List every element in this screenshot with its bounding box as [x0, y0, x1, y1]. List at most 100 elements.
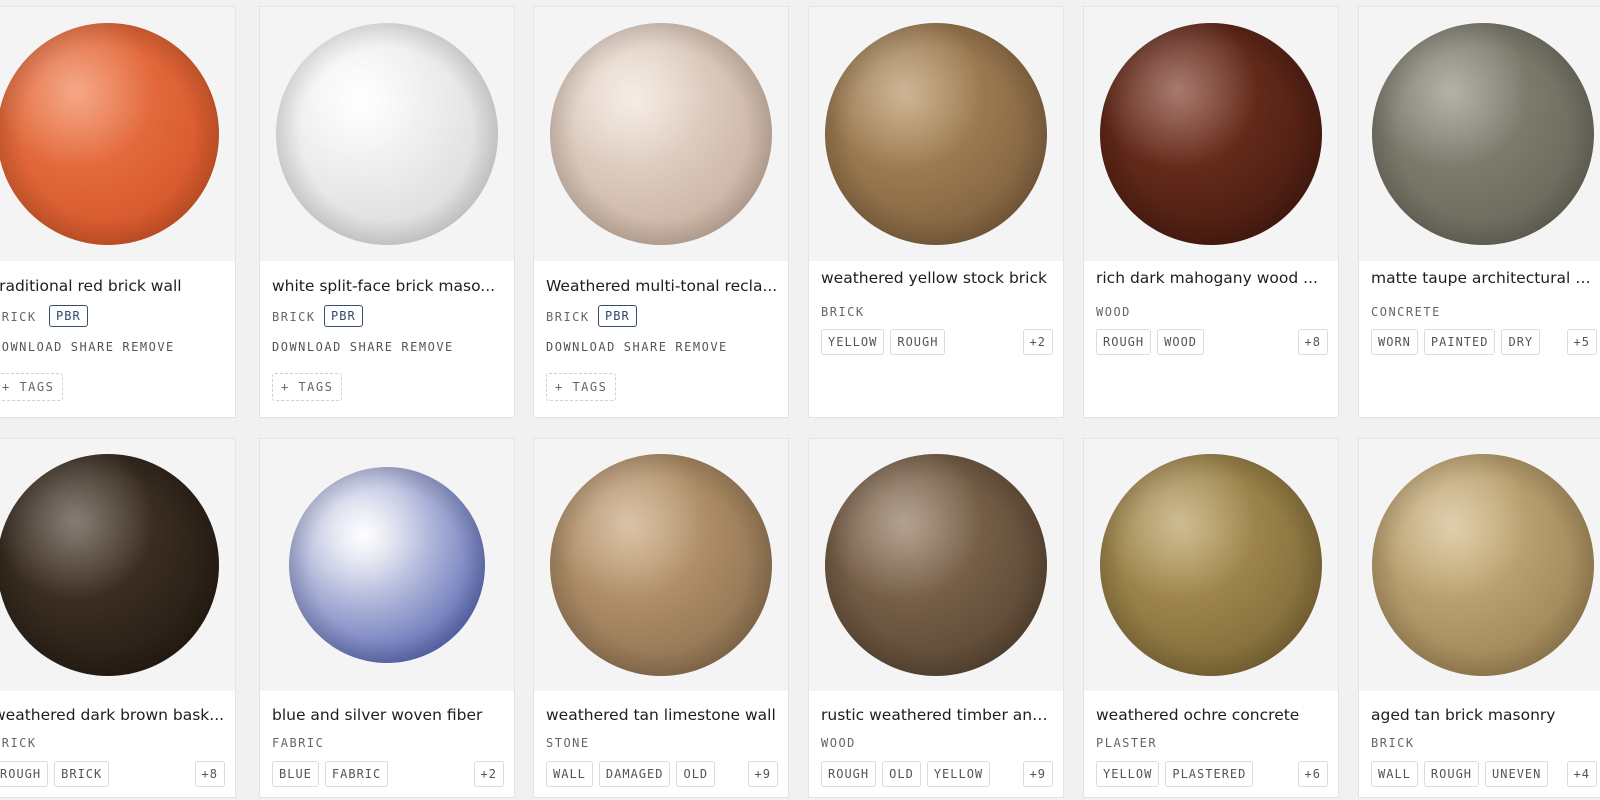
- tag-chip[interactable]: OLD: [676, 761, 716, 787]
- material-sphere-preview: [1100, 23, 1322, 245]
- add-tags-button[interactable]: + TAGS: [272, 373, 343, 401]
- more-tags-badge[interactable]: +9: [1022, 761, 1053, 787]
- add-tags-button[interactable]: + TAGS: [0, 373, 64, 401]
- share-button[interactable]: SHARE: [71, 340, 115, 354]
- share-button[interactable]: SHARE: [624, 340, 668, 354]
- more-tags-badge[interactable]: +9: [747, 761, 778, 787]
- material-card[interactable]: blue and silver woven fiber FABRIC BLUE …: [259, 438, 515, 798]
- tag-chip[interactable]: ROUGH: [1423, 761, 1480, 787]
- tag-list: ROUGH BRICK +8: [0, 761, 225, 787]
- tag-list: ROUGH OLD YELLOW +9: [821, 761, 1053, 787]
- tag-chip[interactable]: DRY: [1501, 329, 1541, 355]
- material-thumbnail[interactable]: [534, 7, 788, 261]
- material-card[interactable]: weathered ochre concrete PLASTER YELLOW …: [1083, 438, 1339, 798]
- material-thumbnail[interactable]: [260, 439, 514, 691]
- tag-chip[interactable]: FABRIC: [324, 761, 389, 787]
- material-sphere-preview: [1100, 454, 1322, 676]
- material-sphere-preview: [550, 454, 772, 676]
- tag-chip[interactable]: WORN: [1371, 329, 1418, 355]
- material-title[interactable]: blue and silver woven fiber: [272, 706, 504, 724]
- material-category: FABRIC: [272, 736, 325, 750]
- material-title[interactable]: rustic weathered timber and...: [821, 706, 1053, 724]
- material-thumbnail[interactable]: [0, 439, 235, 691]
- remove-button[interactable]: REMOVE: [401, 340, 453, 354]
- material-card[interactable]: matte taupe architectural co... CONCRETE…: [1358, 6, 1600, 418]
- tag-chip[interactable]: WOOD: [1157, 329, 1205, 355]
- tag-chip[interactable]: ROUGH: [0, 761, 49, 787]
- tag-chip[interactable]: WALL: [1371, 761, 1418, 787]
- tag-chip[interactable]: WALL: [546, 761, 593, 787]
- material-title[interactable]: weathered ochre concrete: [1096, 706, 1328, 724]
- more-tags-badge[interactable]: +5: [1566, 329, 1597, 355]
- material-thumbnail[interactable]: [1359, 439, 1600, 691]
- more-tags-badge[interactable]: +8: [1297, 329, 1328, 355]
- pbr-badge: PBR: [49, 305, 88, 327]
- remove-button[interactable]: REMOVE: [675, 340, 727, 354]
- material-card[interactable]: traditional red brick wall BRICK PBR DOW…: [0, 6, 236, 418]
- tag-chip[interactable]: UNEVEN: [1485, 761, 1549, 787]
- material-sphere-preview: [825, 23, 1047, 245]
- tag-list: ROUGH WOOD +8: [1096, 329, 1328, 355]
- material-sphere-preview: [550, 23, 772, 245]
- tag-chip[interactable]: PAINTED: [1423, 329, 1496, 355]
- material-category: WOOD: [1096, 305, 1131, 319]
- add-tags-button[interactable]: + TAGS: [546, 373, 617, 401]
- material-card[interactable]: rustic weathered timber and... WOOD ROUG…: [808, 438, 1064, 798]
- material-thumbnail[interactable]: [809, 439, 1063, 691]
- material-thumbnail[interactable]: [260, 7, 514, 261]
- tag-chip[interactable]: DAMAGED: [598, 761, 671, 787]
- material-card[interactable]: weathered dark brown bask... BRICK ROUGH…: [0, 438, 236, 798]
- material-thumbnail[interactable]: [534, 439, 788, 691]
- material-sphere-preview: [289, 467, 485, 663]
- material-card[interactable]: Weathered multi-tonal recla... BRICK PBR…: [533, 6, 789, 418]
- material-category: BRICK: [272, 310, 316, 324]
- material-category: STONE: [546, 736, 590, 750]
- tag-chip[interactable]: PLASTERED: [1165, 761, 1254, 787]
- material-card[interactable]: weathered yellow stock brick BRICK YELLO…: [808, 6, 1064, 418]
- more-tags-badge[interactable]: +4: [1566, 761, 1597, 787]
- material-card[interactable]: rich dark mahogany wood ... WOOD ROUGH W…: [1083, 6, 1339, 418]
- tag-chip[interactable]: OLD: [882, 761, 921, 787]
- remove-button[interactable]: REMOVE: [122, 340, 174, 354]
- material-thumbnail[interactable]: [0, 7, 235, 261]
- material-title[interactable]: traditional red brick wall: [0, 277, 225, 295]
- download-button[interactable]: DOWNLOAD: [546, 340, 616, 354]
- material-title[interactable]: aged tan brick masonry: [1371, 706, 1597, 724]
- tag-chip[interactable]: YELLOW: [821, 329, 885, 355]
- material-card[interactable]: aged tan brick masonry BRICK WALL ROUGH …: [1358, 438, 1600, 798]
- material-title[interactable]: Weathered multi-tonal recla...: [546, 277, 778, 295]
- more-tags-badge[interactable]: +2: [473, 761, 504, 787]
- more-tags-badge[interactable]: +8: [194, 761, 225, 787]
- material-title[interactable]: weathered tan limestone wall: [546, 706, 778, 724]
- material-thumbnail[interactable]: [1359, 7, 1600, 261]
- material-title[interactable]: weathered dark brown bask...: [0, 706, 225, 724]
- material-thumbnail[interactable]: [809, 7, 1063, 261]
- tag-chip[interactable]: YELLOW: [1096, 761, 1160, 787]
- tag-chip[interactable]: ROUGH: [890, 329, 946, 355]
- material-sphere-preview: [276, 23, 498, 245]
- material-title[interactable]: white split-face brick maso...: [272, 277, 504, 295]
- more-tags-badge[interactable]: +6: [1297, 761, 1328, 787]
- material-title[interactable]: matte taupe architectural co...: [1371, 269, 1597, 287]
- tag-chip[interactable]: YELLOW: [926, 761, 991, 787]
- pbr-badge: PBR: [598, 305, 637, 327]
- material-card[interactable]: weathered tan limestone wall STONE WALL …: [533, 438, 789, 798]
- more-tags-badge[interactable]: +2: [1022, 329, 1053, 355]
- material-category: BRICK: [0, 736, 37, 750]
- download-button[interactable]: DOWNLOAD: [0, 340, 63, 354]
- material-thumbnail[interactable]: [1084, 7, 1338, 261]
- card-actions: DOWNLOAD SHARE REMOVE: [546, 340, 736, 354]
- material-card[interactable]: white split-face brick maso... BRICK PBR…: [259, 6, 515, 418]
- download-button[interactable]: DOWNLOAD: [272, 340, 342, 354]
- material-title[interactable]: rich dark mahogany wood ...: [1096, 269, 1328, 287]
- tag-list: WALL ROUGH UNEVEN +4: [1371, 761, 1597, 787]
- material-thumbnail[interactable]: [1084, 439, 1338, 691]
- tag-chip[interactable]: ROUGH: [821, 761, 877, 787]
- tag-chip[interactable]: ROUGH: [1096, 329, 1152, 355]
- tag-chip[interactable]: BRICK: [54, 761, 110, 787]
- material-title[interactable]: weathered yellow stock brick: [821, 269, 1053, 287]
- tag-chip[interactable]: BLUE: [272, 761, 319, 787]
- material-sphere-preview: [1372, 454, 1594, 676]
- material-sphere-preview: [1372, 23, 1594, 245]
- share-button[interactable]: SHARE: [350, 340, 394, 354]
